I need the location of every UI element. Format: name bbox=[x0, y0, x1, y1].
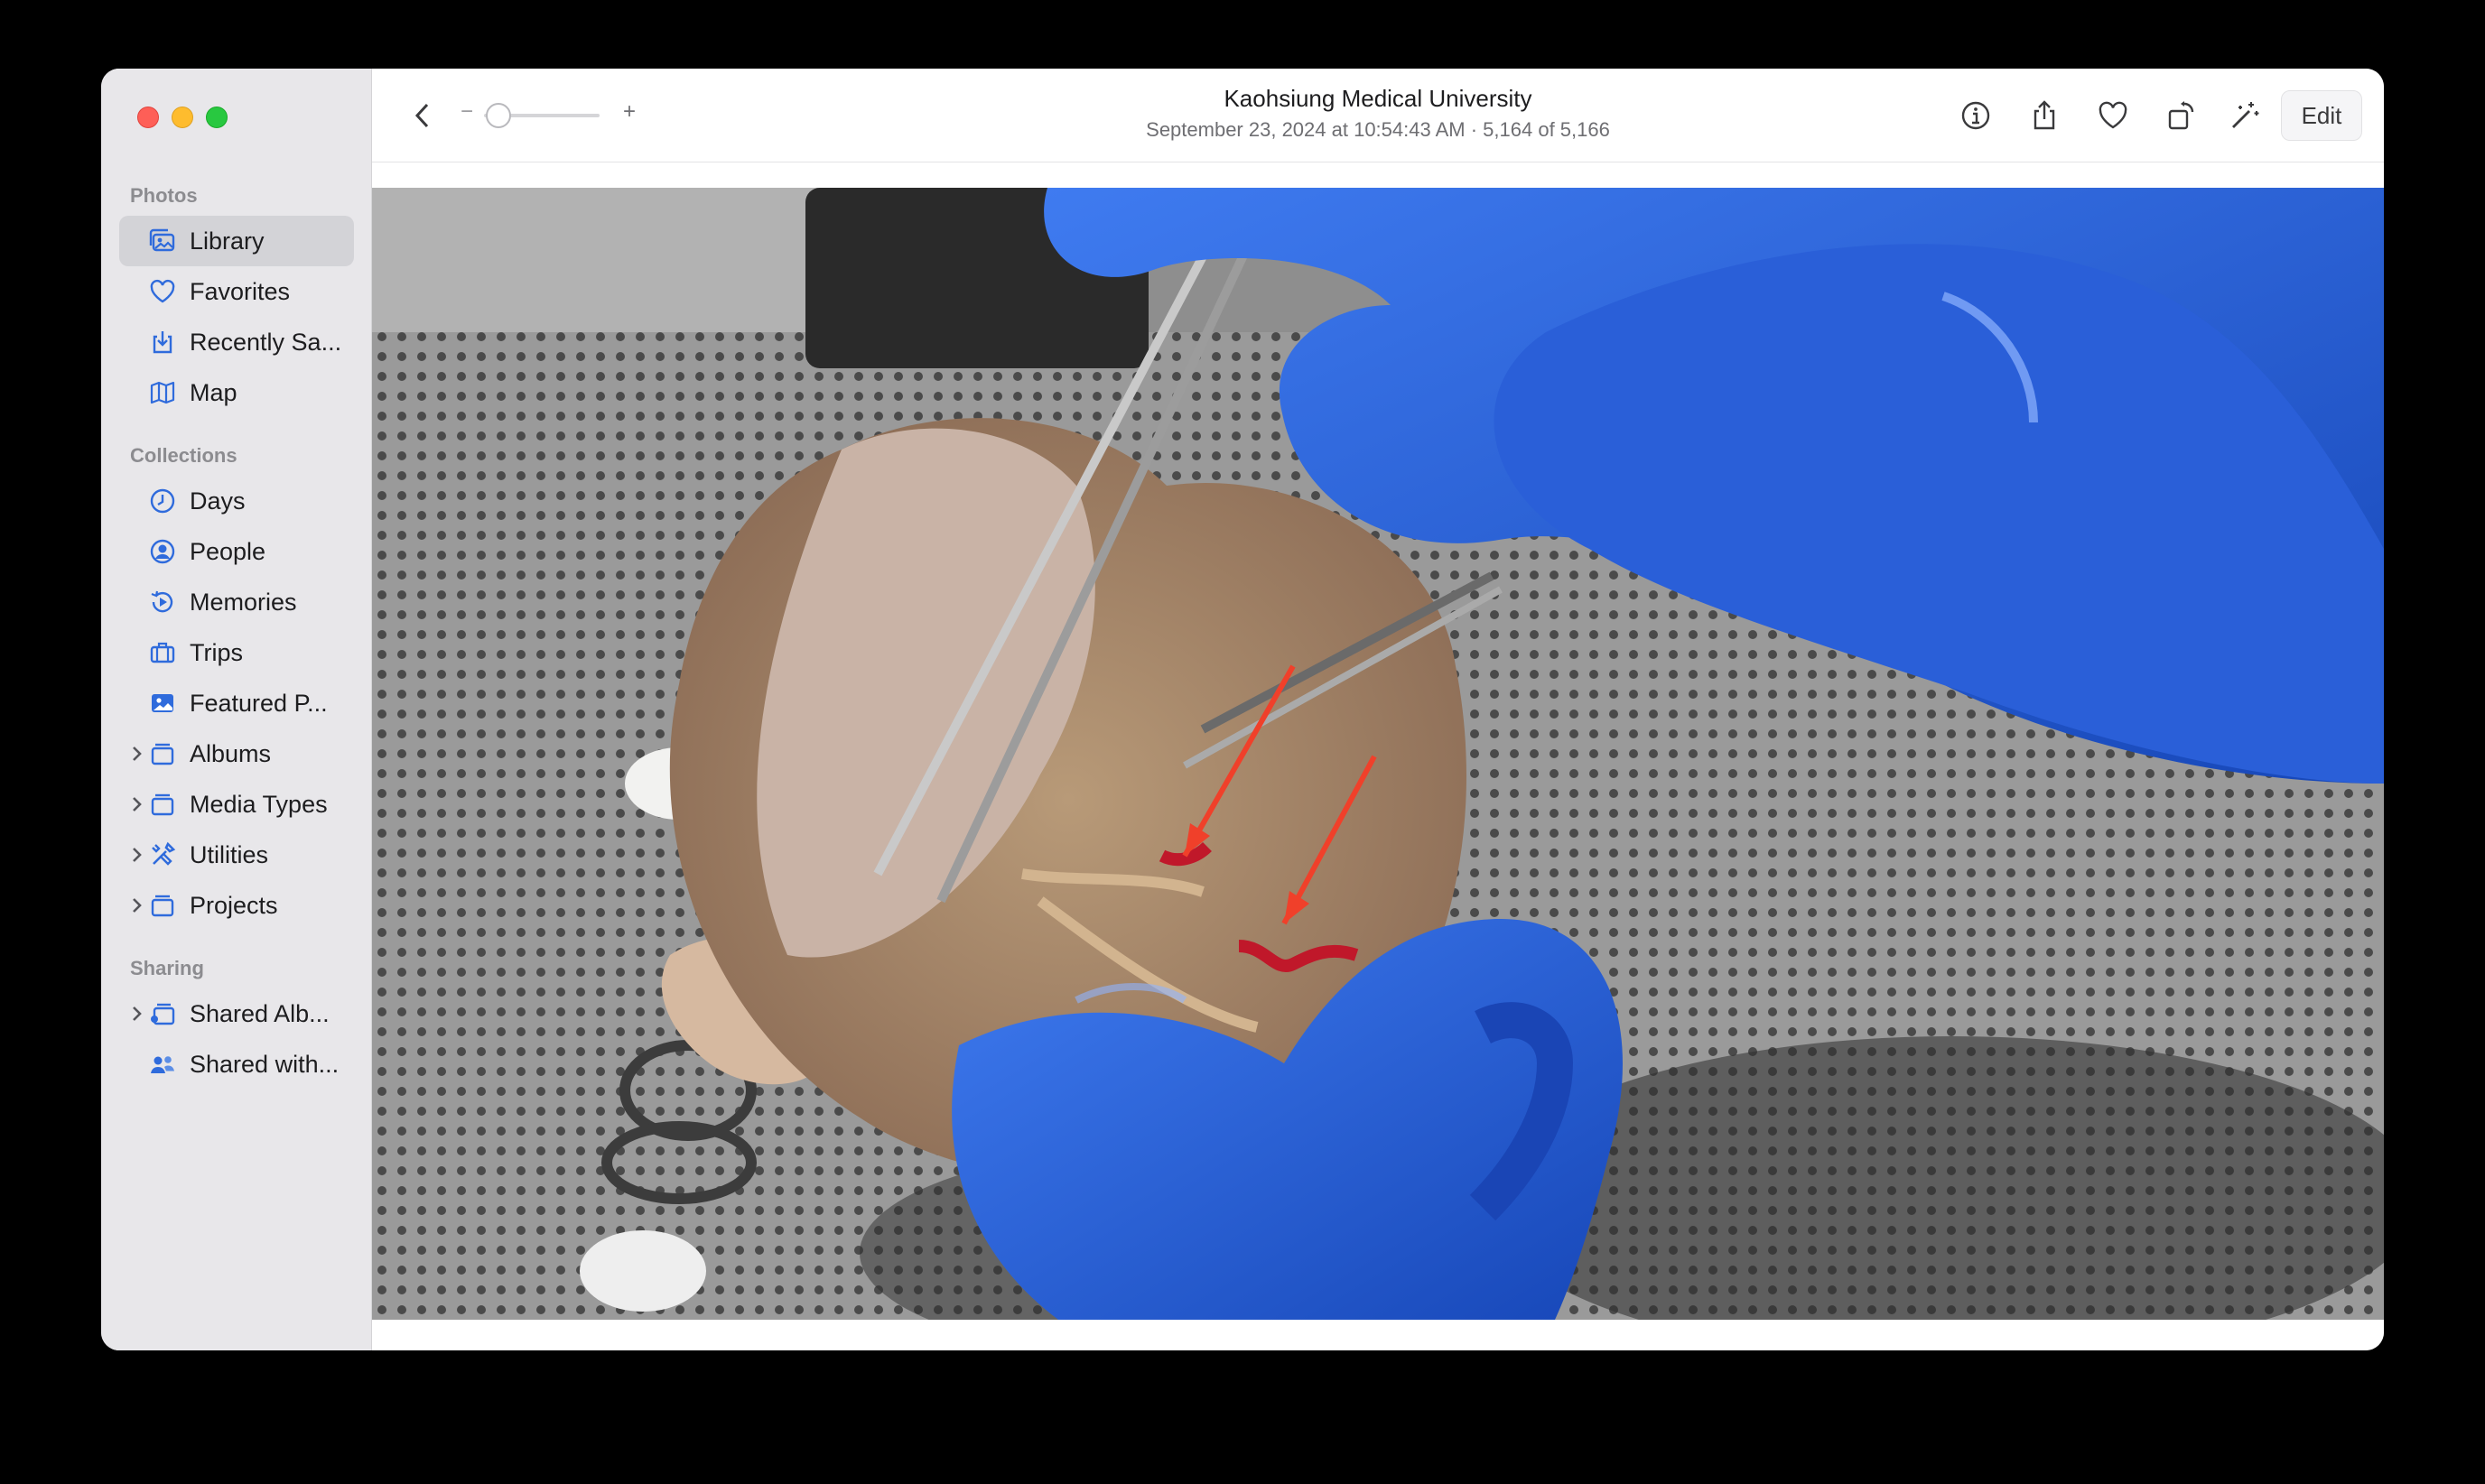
edit-button[interactable]: Edit bbox=[2281, 90, 2362, 141]
sidebar-item-label: Days bbox=[190, 487, 246, 515]
zoom-out-button[interactable]: − bbox=[461, 99, 473, 125]
sidebar-item-label: Projects bbox=[190, 892, 278, 919]
sidebar-item-label: Trips bbox=[190, 639, 243, 666]
sidebar-item-label: Favorites bbox=[190, 278, 291, 305]
sidebar-item-library[interactable]: Library bbox=[119, 216, 354, 266]
section-title-collections: Collections bbox=[130, 444, 237, 467]
chevron-right-icon[interactable] bbox=[128, 842, 146, 867]
share-button[interactable] bbox=[2023, 94, 2066, 137]
photo-viewer bbox=[372, 162, 2384, 1350]
minimize-window-button[interactable] bbox=[172, 107, 193, 128]
favorite-button[interactable] bbox=[2091, 94, 2135, 137]
zoom-window-button[interactable] bbox=[206, 107, 228, 128]
sidebar-item-label: Recently Sa... bbox=[190, 329, 342, 356]
sidebar-item-recently-saved[interactable]: Recently Sa... bbox=[119, 317, 354, 367]
sidebar-item-favorites[interactable]: Favorites bbox=[119, 266, 354, 317]
person-circle-icon bbox=[150, 539, 175, 564]
download-icon bbox=[153, 331, 172, 354]
sidebar-item-label: Media Types bbox=[190, 791, 328, 818]
photo-date-and-index: September 23, 2024 at 10:54:43 AM · 5,16… bbox=[1146, 118, 1610, 141]
back-chevron-icon[interactable] bbox=[410, 99, 435, 132]
magic-wand-icon bbox=[2232, 102, 2259, 128]
toolbar: − + Kaohsiung Medical University Septemb… bbox=[372, 69, 2384, 162]
stack-icon bbox=[151, 895, 174, 917]
share-icon bbox=[2034, 100, 2055, 130]
sidebar-item-days[interactable]: Days bbox=[119, 476, 354, 526]
sidebar-item-featured-photos[interactable]: Featured P... bbox=[119, 678, 354, 728]
tools-icon bbox=[152, 841, 176, 866]
rotate-icon bbox=[2168, 101, 2194, 130]
sidebar-item-label: Utilities bbox=[190, 841, 269, 868]
close-window-button[interactable] bbox=[137, 107, 159, 128]
sidebar-item-utilities[interactable]: Utilities bbox=[119, 830, 354, 880]
chevron-right-icon[interactable] bbox=[128, 1001, 146, 1026]
photo-title: Kaohsiung Medical University bbox=[1224, 85, 1532, 112]
stack-icon bbox=[151, 793, 174, 816]
stack-icon bbox=[151, 743, 174, 765]
auto-enhance-button[interactable] bbox=[2223, 94, 2266, 137]
suitcase-icon bbox=[150, 642, 175, 663]
sidebar-item-label: Shared with... bbox=[190, 1051, 340, 1078]
sidebar-item-label: Memories bbox=[190, 589, 297, 616]
chevron-right-icon[interactable] bbox=[128, 741, 146, 766]
sidebar-item-projects[interactable]: Projects bbox=[119, 880, 354, 931]
sidebar-item-label: Featured P... bbox=[190, 690, 328, 717]
heart-icon bbox=[2099, 101, 2127, 129]
photo-title-block: Kaohsiung Medical University September 2… bbox=[372, 85, 2384, 142]
photo-icon bbox=[152, 694, 173, 712]
info-icon bbox=[1961, 101, 1990, 130]
memories-icon bbox=[151, 590, 173, 613]
shared-album-icon bbox=[151, 1003, 175, 1025]
sidebar-item-memories[interactable]: Memories bbox=[119, 577, 354, 627]
sidebar-item-shared-albums[interactable]: Shared Alb... bbox=[119, 988, 354, 1039]
sidebar: Photos Library Favorites Recently Sa... … bbox=[101, 69, 372, 1350]
heart-icon bbox=[150, 279, 175, 303]
sidebar-item-trips[interactable]: Trips bbox=[119, 627, 354, 678]
sidebar-item-label: People bbox=[190, 538, 266, 565]
section-title-photos: Photos bbox=[130, 184, 198, 207]
sidebar-item-label: Shared Alb... bbox=[190, 1000, 330, 1027]
map-icon bbox=[150, 381, 175, 404]
sidebar-item-shared-with-you[interactable]: Shared with... bbox=[119, 1039, 354, 1090]
info-button[interactable] bbox=[1954, 94, 1997, 137]
clock-icon bbox=[150, 488, 175, 514]
sidebar-item-albums[interactable]: Albums bbox=[119, 728, 354, 779]
chevron-right-icon[interactable] bbox=[128, 893, 146, 918]
dissection-photo-illustration bbox=[372, 188, 2384, 1320]
sidebar-item-label: Albums bbox=[190, 740, 272, 767]
photo-library-icon bbox=[149, 228, 175, 252]
people-icon bbox=[151, 1056, 174, 1073]
section-title-sharing: Sharing bbox=[130, 957, 204, 979]
sidebar-item-label: Map bbox=[190, 379, 237, 406]
sidebar-item-media-types[interactable]: Media Types bbox=[119, 779, 354, 830]
sidebar-item-map[interactable]: Map bbox=[119, 367, 354, 418]
zoom-slider-knob[interactable] bbox=[486, 103, 511, 128]
traffic-lights bbox=[137, 107, 228, 128]
zoom-in-button[interactable]: + bbox=[623, 99, 636, 125]
chevron-right-icon[interactable] bbox=[128, 792, 146, 817]
photos-window: Photos Library Favorites Recently Sa... … bbox=[101, 69, 2384, 1350]
photo-image[interactable] bbox=[372, 188, 2384, 1320]
sidebar-item-people[interactable]: People bbox=[119, 526, 354, 577]
rotate-button[interactable] bbox=[2160, 94, 2203, 137]
sidebar-item-label: Library bbox=[190, 227, 265, 255]
